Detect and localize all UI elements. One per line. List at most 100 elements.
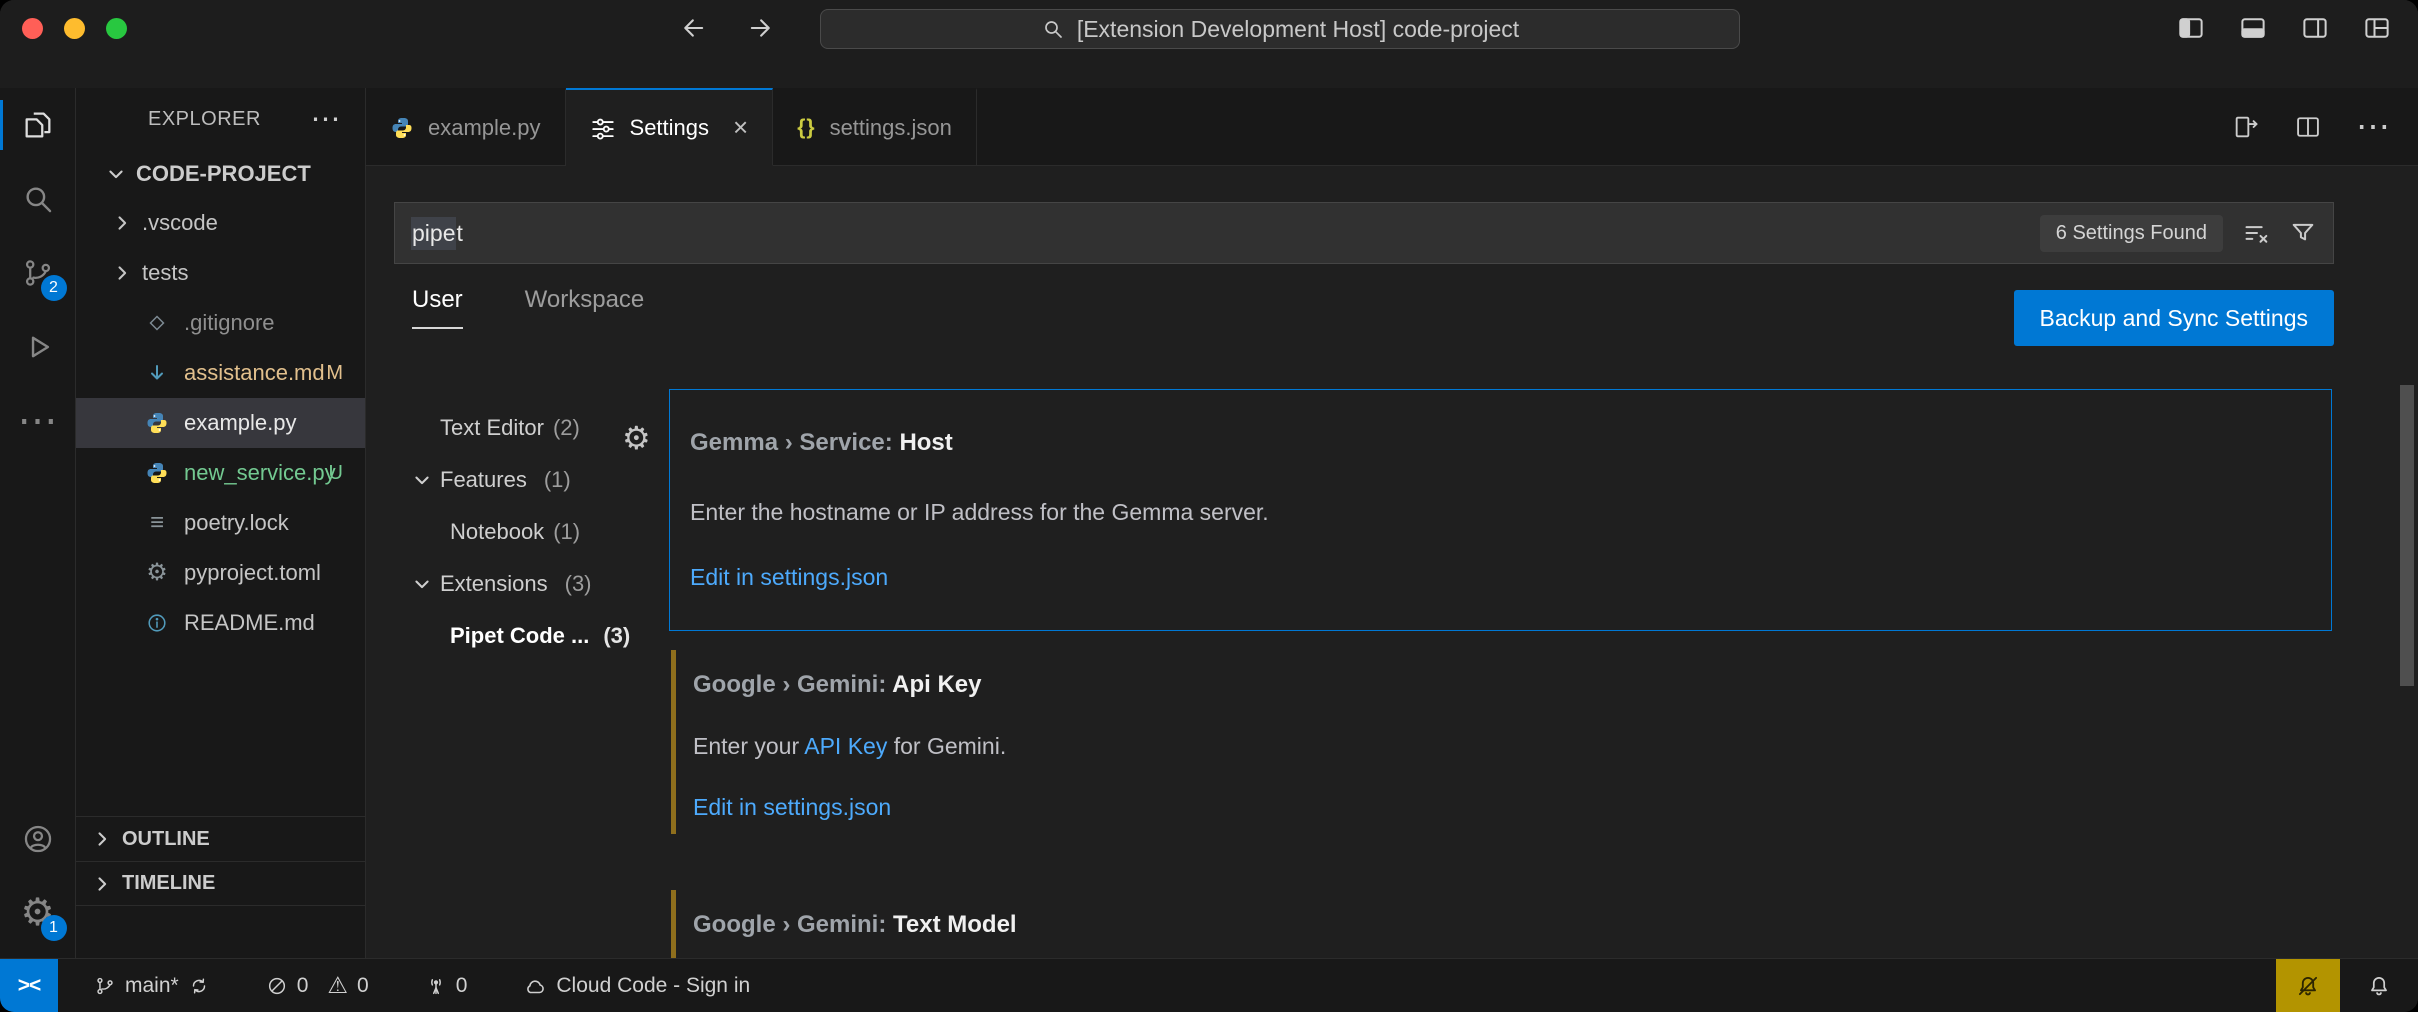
setting-google-gemini-api-key[interactable]: Google › Gemini: Api Key Enter your API …: [669, 644, 2332, 840]
explorer-more-actions-icon[interactable]: ⋯: [311, 102, 342, 137]
scrollbar[interactable]: [2400, 385, 2414, 686]
customize-layout-icon[interactable]: [2362, 13, 2392, 43]
activity-settings-gear-icon[interactable]: ⚙ 1: [0, 876, 76, 950]
bell-slash-icon: [2295, 973, 2321, 999]
activity-source-control-icon[interactable]: 2: [0, 236, 76, 310]
radio-tower-icon: [425, 975, 447, 997]
cloud-code-status[interactable]: Cloud Code - Sign in: [523, 974, 750, 998]
search-text-selected: pipe: [411, 217, 456, 250]
sidebar-title: EXPLORER: [148, 108, 261, 131]
info-file-icon: [142, 612, 172, 634]
status-bar: >< main* 0 ⚠ 0: [0, 958, 2418, 1012]
chevron-right-icon: [112, 263, 132, 283]
activity-bar: 2 ⋯ ⚙ 1: [0, 88, 76, 958]
settings-list: Gemma › Service: Host Enter the hostname…: [669, 166, 2332, 958]
activity-explorer-icon[interactable]: [0, 88, 76, 162]
python-file-icon: [390, 116, 414, 140]
back-icon[interactable]: [680, 14, 708, 42]
tab-user[interactable]: User: [412, 286, 463, 329]
setting-gear-icon[interactable]: ⚙: [622, 422, 651, 454]
tree-item-readme-md[interactable]: README.md: [76, 598, 365, 648]
tab-settings[interactable]: Settings ×: [566, 88, 774, 166]
explorer-sidebar: EXPLORER ⋯ CODE-PROJECT .vscode tests .g…: [76, 88, 366, 958]
search-text: t: [456, 220, 462, 247]
lock-file-icon: ≡: [142, 511, 172, 535]
open-changes-icon[interactable]: [2232, 113, 2260, 141]
tab-workspace[interactable]: Workspace: [525, 286, 645, 329]
editor-area: example.py Settings × {} settings.json: [366, 88, 2418, 958]
tree-item-vscode[interactable]: .vscode: [76, 198, 365, 248]
scm-badge: 2: [41, 275, 67, 301]
problems-status[interactable]: 0 ⚠ 0: [266, 974, 369, 998]
errors-icon: [266, 975, 288, 997]
command-center[interactable]: [Extension Development Host] code-projec…: [820, 9, 1740, 49]
remote-icon: ><: [18, 974, 41, 998]
tree-item-new-service-py[interactable]: new_service.py U: [76, 448, 365, 498]
settings-badge: 1: [41, 915, 67, 941]
toc-item-notebook[interactable]: Notebook (1): [406, 506, 686, 558]
git-status-badge: M: [326, 362, 343, 385]
notifications-bell-icon[interactable]: [2340, 973, 2418, 999]
branch-status[interactable]: main*: [94, 974, 210, 998]
chevron-down-icon: [412, 574, 432, 594]
more-actions-icon[interactable]: ⋯: [2356, 110, 2390, 144]
python-file-icon: [142, 461, 172, 485]
tree-root-code-project[interactable]: CODE-PROJECT: [76, 150, 365, 198]
tree-item-poetry-lock[interactable]: ≡ poetry.lock: [76, 498, 365, 548]
json-braces-icon: {}: [797, 116, 815, 140]
toml-gear-icon: ⚙: [142, 561, 172, 585]
vscode-window: [Extension Development Host] code-projec…: [0, 0, 2418, 1012]
api-key-link[interactable]: API Key: [804, 733, 887, 759]
outline-panel-header[interactable]: OUTLINE: [76, 816, 365, 861]
activity-accounts-icon[interactable]: [0, 802, 76, 876]
minimize-window-button[interactable]: [64, 18, 85, 39]
tab-bar: example.py Settings × {} settings.json: [366, 88, 2418, 166]
warnings-icon: ⚠: [327, 974, 348, 997]
chevron-right-icon: [92, 874, 112, 894]
tree-item-gitignore[interactable]: .gitignore: [76, 298, 365, 348]
chevron-right-icon: [112, 213, 132, 233]
toc-item-pipet-code[interactable]: Pipet Code ... (3): [406, 610, 686, 662]
edit-in-settings-json-link[interactable]: Edit in settings.json: [693, 794, 891, 821]
command-center-title: [Extension Development Host] code-projec…: [1077, 16, 1519, 43]
settings-editor: pipet 6 Settings Found User Workspac: [366, 166, 2418, 958]
timeline-panel-header[interactable]: TIMELINE: [76, 861, 365, 906]
python-file-icon: [142, 411, 172, 435]
forward-icon[interactable]: [746, 14, 774, 42]
tree-item-example-py[interactable]: example.py: [76, 398, 365, 448]
chevron-down-icon: [412, 470, 432, 490]
ports-status[interactable]: 0: [425, 974, 468, 998]
cloud-icon: [523, 974, 547, 998]
git-branch-icon: [94, 975, 116, 997]
toc-item-extensions[interactable]: Extensions (3): [406, 558, 686, 610]
close-icon[interactable]: ×: [733, 112, 748, 143]
activity-more-icon[interactable]: ⋯: [0, 384, 76, 458]
setting-google-gemini-text-model[interactable]: Google › Gemini: Text Model: [669, 884, 2332, 958]
setting-gemma-service-host[interactable]: Gemma › Service: Host Enter the hostname…: [669, 389, 2332, 631]
remote-indicator[interactable]: ><: [0, 959, 58, 1012]
sync-icon: [188, 975, 210, 997]
zoom-window-button[interactable]: [106, 18, 127, 39]
tree-item-assistance-md[interactable]: assistance.md M: [76, 348, 365, 398]
do-not-disturb-bell-button[interactable]: [2276, 959, 2340, 1012]
activity-run-debug-icon[interactable]: [0, 310, 76, 384]
titlebar: [Extension Development Host] code-projec…: [0, 0, 2418, 88]
activity-search-icon[interactable]: [0, 162, 76, 236]
tab-example-py[interactable]: example.py: [366, 88, 566, 165]
git-status-badge: U: [329, 462, 343, 485]
window-controls: [0, 18, 127, 39]
toggle-primary-sidebar-icon[interactable]: [2176, 13, 2206, 43]
tree-item-tests[interactable]: tests: [76, 248, 365, 298]
toggle-panel-icon[interactable]: [2238, 13, 2268, 43]
tab-settings-json[interactable]: {} settings.json: [773, 88, 977, 165]
markdown-file-icon: [142, 361, 172, 385]
toc-item-features[interactable]: Features (1): [406, 454, 686, 506]
split-editor-icon[interactable]: [2294, 113, 2322, 141]
chevron-right-icon: [92, 829, 112, 849]
settings-sliders-icon: [590, 115, 616, 141]
tree-item-pyproject-toml[interactable]: ⚙ pyproject.toml: [76, 548, 365, 598]
close-window-button[interactable]: [22, 18, 43, 39]
toggle-secondary-sidebar-icon[interactable]: [2300, 13, 2330, 43]
git-file-icon: [142, 312, 172, 334]
edit-in-settings-json-link[interactable]: Edit in settings.json: [690, 564, 888, 591]
